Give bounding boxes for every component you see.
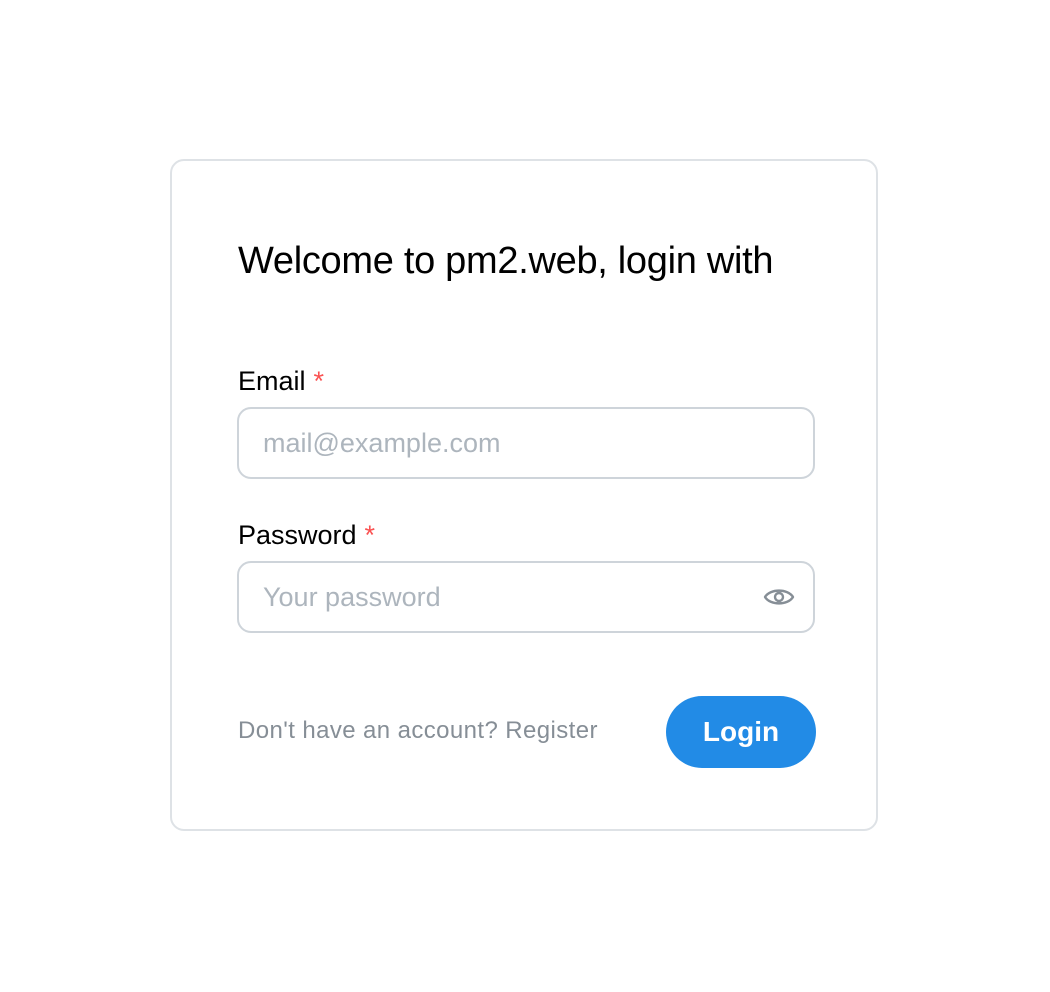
password-input[interactable]: [239, 563, 813, 631]
form-footer: Don't have an account? Register Login: [238, 695, 816, 769]
login-button[interactable]: Login: [666, 696, 816, 768]
password-label: Password *: [238, 519, 375, 551]
page-title: Welcome to pm2.web, login with: [238, 240, 774, 282]
email-input-wrapper: [237, 407, 815, 479]
register-link[interactable]: Don't have an account? Register: [238, 716, 598, 746]
password-required-mark: *: [364, 520, 376, 550]
email-label: Email *: [238, 365, 324, 397]
password-input-wrapper: [237, 561, 815, 633]
email-required-mark: *: [313, 366, 325, 396]
login-card: Welcome to pm2.web, login with Email* Pa…: [170, 159, 878, 831]
email-input[interactable]: [239, 409, 813, 477]
email-label-text: Email: [238, 366, 306, 396]
password-label-text: Password: [238, 520, 357, 550]
eye-icon[interactable]: [763, 585, 795, 609]
